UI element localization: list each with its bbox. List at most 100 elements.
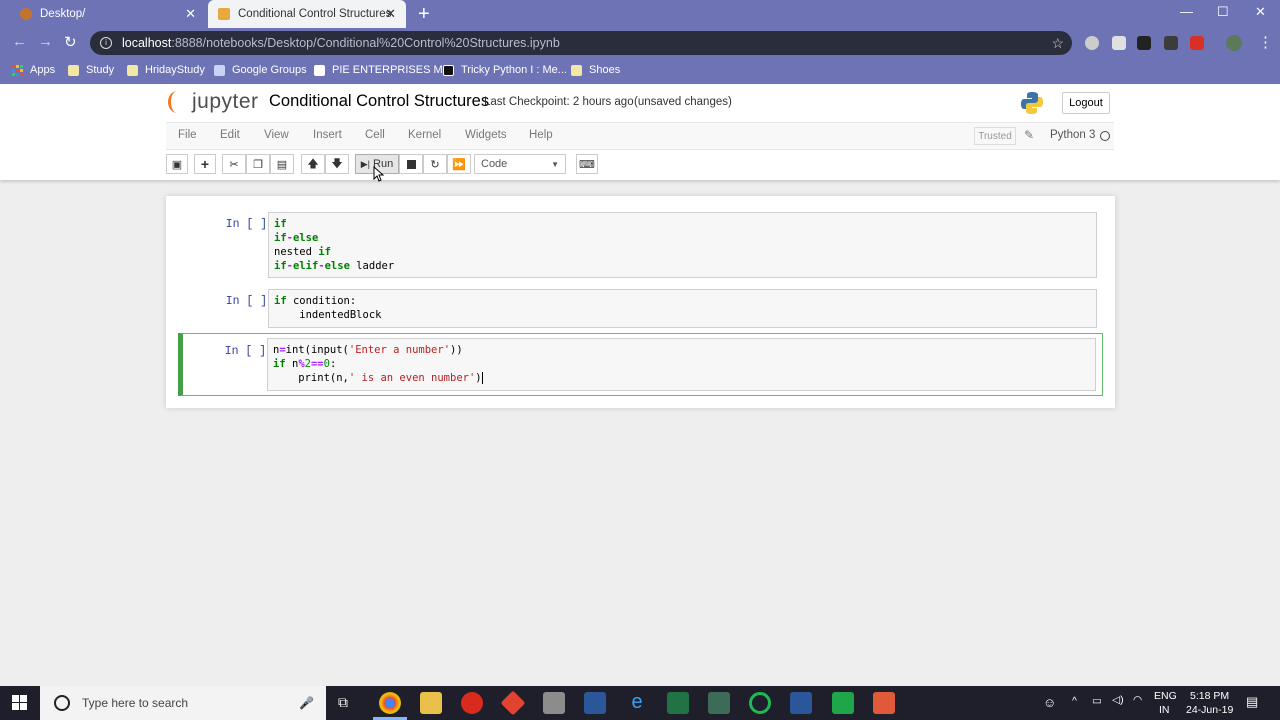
extension-icon[interactable] [1085,36,1099,50]
selenium-icon[interactable] [1164,36,1178,50]
insert-cell-button[interactable]: + [194,154,216,174]
reload-icon[interactable]: ↻ [64,33,77,51]
menu-view[interactable]: View [264,129,289,141]
address-bar[interactable]: i localhost:8888/notebooks/Desktop/Condi… [90,31,1072,55]
excel-icon[interactable] [667,692,689,714]
command-palette-button[interactable]: ⌨ [576,154,598,174]
bookmark-pie-enterprises[interactable]: PIE ENTERPRISES M... [314,64,452,76]
code-editor[interactable]: if condition: indentedBlock [268,289,1097,328]
bookmark-label: Tricky Python I : Me... [461,64,567,76]
kernel-name[interactable]: Python 3 [1050,129,1095,141]
code-editor[interactable]: n=int(input('Enter a number')) if n%2==0… [267,338,1096,391]
maximize-icon[interactable]: ☐ [1217,4,1229,20]
close-tab-icon[interactable]: ✕ [385,6,396,22]
opera-icon[interactable] [461,692,483,714]
language-indicator[interactable]: ENG [1154,690,1177,702]
move-down-button[interactable]: 🡇 [325,154,349,174]
menu-widgets[interactable]: Widgets [465,129,507,141]
app-icon[interactable] [749,692,771,714]
minimize-icon[interactable]: — [1180,4,1193,19]
code-editor[interactable]: if if-else nested if if-elif-else ladder [268,212,1097,278]
restart-kernel-button[interactable]: ↻ [423,154,447,174]
volume-icon[interactable]: ◁) [1112,694,1124,706]
tab-label: Conditional Control Structures [238,8,392,20]
wifi-icon[interactable]: ◠ [1133,694,1142,706]
move-up-button[interactable]: 🡅 [301,154,325,174]
microphone-icon[interactable]: 🎤 [299,696,314,710]
windows-start-icon[interactable] [12,695,28,711]
code-cell-selected[interactable]: In [ ]: n=int(input('Enter a number')) i… [178,333,1103,396]
bookmark-tricky-python[interactable]: Tricky Python I : Me... [443,64,567,76]
menu-kernel[interactable]: Kernel [408,129,441,141]
interrupt-kernel-button[interactable] [399,154,423,174]
logout-button[interactable]: Logout [1062,92,1110,114]
cell-type-value: Code [481,158,508,170]
taskbar-search[interactable]: Type here to search 🎤 [40,686,326,720]
notifications-icon[interactable]: ▤ [1246,694,1258,710]
battery-icon[interactable]: ▭ [1092,695,1102,707]
bookmark-hridaystudy[interactable]: HridayStudy [127,64,205,76]
tab-desktop[interactable]: Desktop/ ✕ [10,0,206,28]
extension-icon[interactable] [1190,36,1204,50]
menu-help[interactable]: Help [529,129,553,141]
new-tab-button[interactable]: + [418,3,430,26]
app-icon[interactable] [543,692,565,714]
app-icon[interactable] [500,690,526,716]
code-cell[interactable]: In [ ]: if if-else nested if if-elif-els… [178,212,1103,280]
menu-file[interactable]: File [178,129,197,141]
chevron-up-icon[interactable]: ^ [1072,695,1077,707]
menu-edit[interactable]: Edit [220,129,240,141]
close-tab-icon[interactable]: ✕ [185,6,196,22]
menu-insert[interactable]: Insert [313,129,342,141]
notebook-title[interactable]: Conditional Control Structures [269,92,489,111]
extension-icon[interactable] [1137,36,1151,50]
word-icon[interactable] [790,692,812,714]
jupyter-logo[interactable]: jupyter [168,90,259,114]
copy-button[interactable]: ❐ [246,154,270,174]
file-explorer-icon[interactable] [420,692,442,714]
app-icon[interactable] [708,692,730,714]
tab-label: Desktop/ [40,8,86,20]
fast-forward-icon: ⏩ [452,158,466,171]
people-icon[interactable]: ☺ [1043,695,1056,710]
cut-button[interactable]: ✂ [222,154,246,174]
pocket-icon[interactable] [1112,36,1126,50]
restart-run-all-button[interactable]: ⏩ [447,154,471,174]
app-icon[interactable] [873,692,895,714]
address-row: ← → ↻ i localhost:8888/notebooks/Desktop… [0,28,1280,58]
camtasia-icon[interactable] [832,692,854,714]
menu-kebab-icon[interactable]: ⋮ [1258,33,1273,51]
paste-icon: ▤ [276,158,288,171]
save-button[interactable]: ▣ [166,154,188,174]
bookmark-star-icon[interactable]: ☆ [1051,35,1064,52]
notebook-toolbar: ▣ + ✂ ❐ ▤ 🡅 🡇 ▶| Run ↻ ⏩ Code ▼ ⌨ [0,150,1280,182]
info-icon[interactable]: i [100,37,112,49]
chrome-icon[interactable] [379,692,401,714]
word-icon[interactable] [584,692,606,714]
scissors-icon: ✂ [229,158,239,171]
trusted-badge[interactable]: Trusted [974,127,1016,145]
task-view-icon[interactable]: ⧉ [338,694,348,711]
back-icon[interactable]: ← [12,33,27,50]
cell-type-select[interactable]: Code ▼ [474,154,566,174]
menu-cell[interactable]: Cell [365,129,385,141]
code-cell[interactable]: In [ ]: if condition: indentedBlock [178,289,1103,329]
profile-avatar[interactable] [1226,35,1242,51]
bookmark-google-groups[interactable]: Google Groups [214,64,307,76]
autosave-status: (unsaved changes) [634,96,732,108]
paste-button[interactable]: ▤ [270,154,294,174]
plus-icon: + [200,156,210,172]
forward-icon[interactable]: → [38,33,53,50]
clock-date: 24-Jun-19 [1186,704,1234,716]
jupyter-orb-icon [168,91,186,113]
bookmark-shoes[interactable]: Shoes [571,64,620,76]
tab-notebook[interactable]: Conditional Control Structures ✕ [208,0,406,28]
bookmark-study[interactable]: Study [68,64,114,76]
edge-icon[interactable]: e [626,692,648,714]
bookmark-apps[interactable]: Apps [12,64,55,76]
keyboard-icon: ⌨ [579,158,595,171]
menu-bar: File Edit View Insert Cell Kernel Widget… [0,122,1280,150]
close-window-icon[interactable]: ✕ [1255,4,1266,20]
input-prompt: In [ ]: [225,218,274,231]
clock-time[interactable]: 5:18 PM [1190,690,1229,702]
